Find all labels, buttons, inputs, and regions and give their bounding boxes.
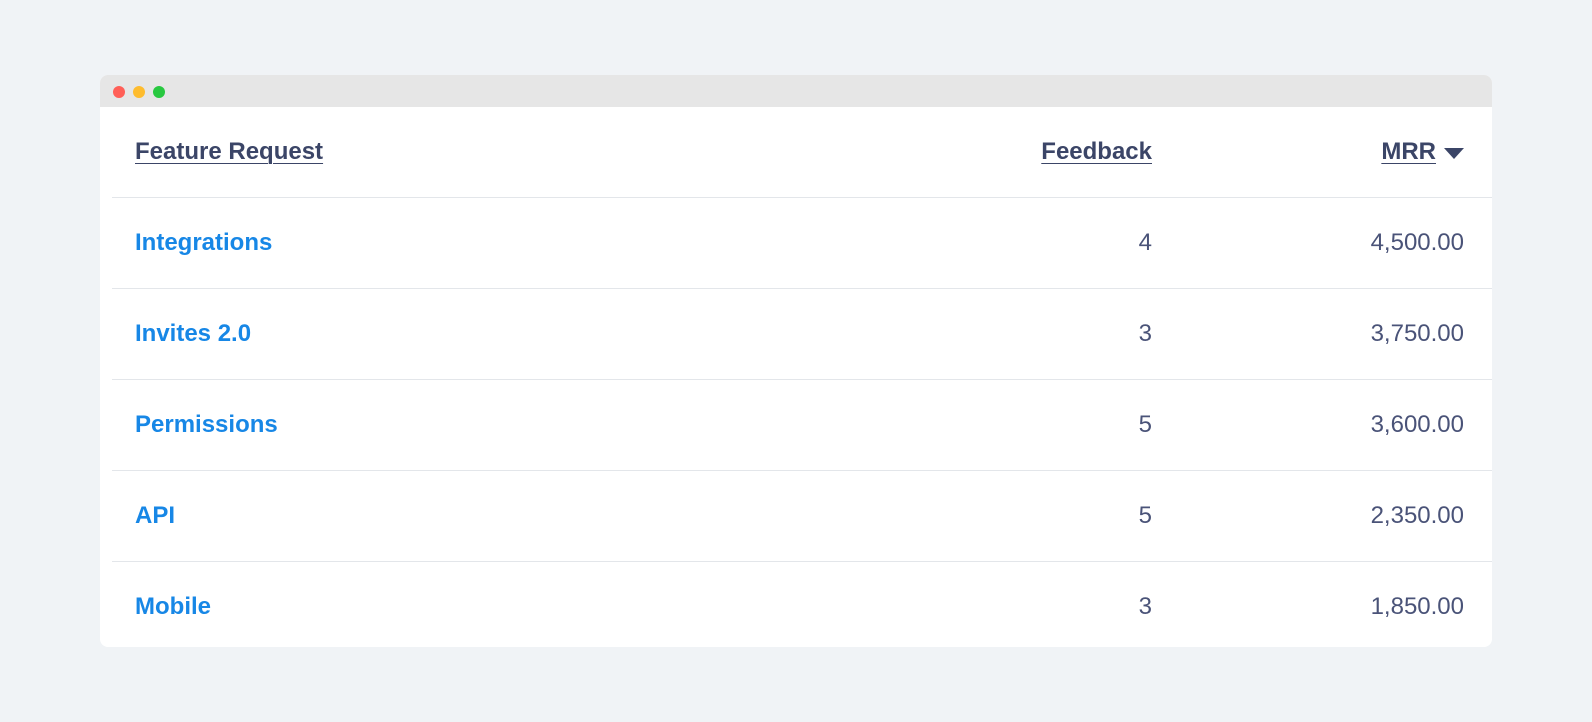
mrr-value: 4,500.00: [1370, 229, 1464, 256]
feedback-count: 3: [1138, 593, 1152, 620]
close-window-button[interactable]: [113, 86, 125, 98]
column-header-mrr[interactable]: MRR: [1381, 107, 1464, 197]
table-row: Invites 2.0 3 3,750.00: [112, 289, 1492, 380]
column-header-feedback-label[interactable]: Feedback: [1041, 138, 1152, 166]
feature-request-link[interactable]: API: [135, 502, 175, 530]
table-header-row: Feature Request Feedback MRR: [112, 107, 1492, 198]
feature-request-link[interactable]: Invites 2.0: [135, 320, 251, 348]
feature-request-link[interactable]: Permissions: [135, 411, 278, 439]
feedback-count: 3: [1138, 320, 1152, 347]
app-window: Feature Request Feedback MRR Integration…: [100, 75, 1492, 647]
column-header-feature-request[interactable]: Feature Request: [135, 107, 323, 197]
table-row: Permissions 5 3,600.00: [112, 380, 1492, 471]
mrr-value: 3,600.00: [1370, 411, 1464, 438]
table-row: Integrations 4 4,500.00: [112, 198, 1492, 289]
feedback-count: 5: [1138, 502, 1152, 529]
feedback-count: 5: [1138, 411, 1152, 438]
mrr-value: 1,850.00: [1370, 593, 1464, 620]
maximize-window-button[interactable]: [153, 86, 165, 98]
window-titlebar: [100, 75, 1492, 107]
feature-request-table: Feature Request Feedback MRR Integration…: [112, 107, 1492, 647]
feature-request-link[interactable]: Mobile: [135, 593, 211, 621]
mrr-value: 2,350.00: [1370, 502, 1464, 529]
minimize-window-button[interactable]: [133, 86, 145, 98]
column-header-feedback[interactable]: Feedback: [1041, 107, 1152, 197]
caret-down-icon[interactable]: [1444, 148, 1464, 159]
mrr-value: 3,750.00: [1370, 320, 1464, 347]
feedback-count: 4: [1138, 229, 1152, 256]
table-row: Mobile 3 1,850.00: [112, 562, 1492, 647]
column-header-feature-request-label[interactable]: Feature Request: [135, 138, 323, 166]
table-row: API 5 2,350.00: [112, 471, 1492, 562]
feature-request-link[interactable]: Integrations: [135, 229, 272, 257]
column-header-mrr-label[interactable]: MRR: [1381, 138, 1436, 166]
